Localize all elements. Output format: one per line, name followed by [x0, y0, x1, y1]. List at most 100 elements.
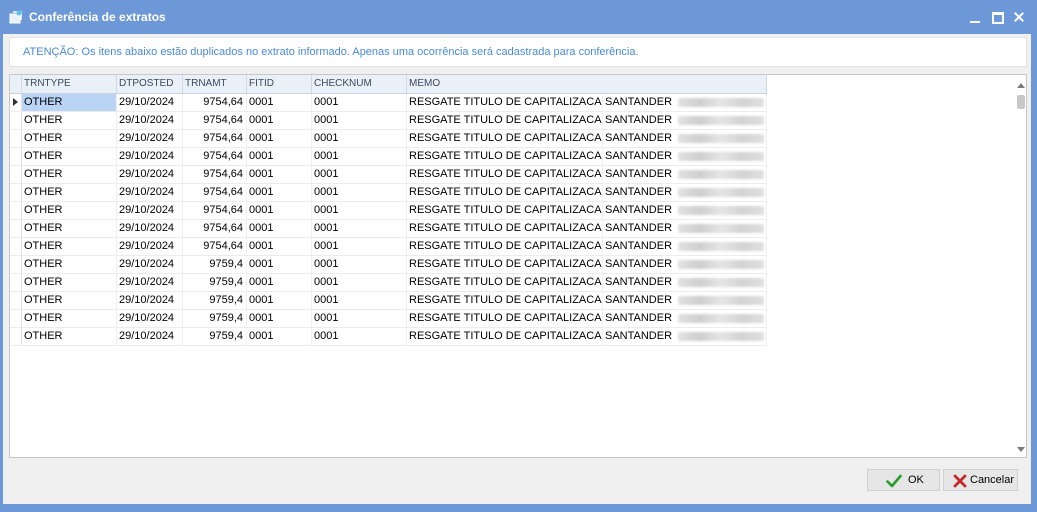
row-indicator[interactable] — [10, 292, 22, 309]
cell-dtposted[interactable]: 29/10/2024 — [117, 166, 183, 183]
cell-checknum[interactable]: 0001 — [312, 256, 407, 273]
cell-trntype[interactable]: OTHER — [22, 256, 117, 273]
cell-dtposted[interactable]: 29/10/2024 — [117, 292, 183, 309]
cell-bank[interactable]: SANTANDER — [603, 94, 767, 111]
cell-memo[interactable]: RESGATE TITULO DE CAPITALIZACAO — [407, 148, 603, 165]
cell-checknum[interactable]: 0001 — [312, 184, 407, 201]
cell-bank[interactable]: SANTANDER — [603, 328, 767, 345]
cell-trnamt[interactable]: 9754,64 — [183, 166, 247, 183]
cell-memo[interactable]: RESGATE TITULO DE CAPITALIZACAO — [407, 184, 603, 201]
cell-fitid[interactable]: 0001 — [247, 256, 312, 273]
cell-trntype[interactable]: OTHER — [22, 238, 117, 255]
cell-trntype[interactable]: OTHER — [22, 94, 117, 111]
row-indicator[interactable] — [10, 184, 22, 201]
cell-trntype[interactable]: OTHER — [22, 148, 117, 165]
column-header-checknum[interactable]: CHECKNUM — [312, 75, 407, 93]
cell-bank[interactable]: SANTANDER — [603, 130, 767, 147]
cell-trnamt[interactable]: 9754,64 — [183, 112, 247, 129]
table-row[interactable]: OTHER 29/10/2024 9759,4 0001 0001 RESGATE TIT… — [10, 292, 767, 310]
table-row[interactable]: OTHER 29/10/2024 9754,64 0001 0001 RESGATE TI… — [10, 94, 767, 112]
cell-bank[interactable]: SANTANDER — [603, 238, 767, 255]
cell-fitid[interactable]: 0001 — [247, 328, 312, 345]
table-row[interactable]: OTHER 29/10/2024 9759,4 0001 0001 RESGATE TIT… — [10, 310, 767, 328]
cell-fitid[interactable]: 0001 — [247, 220, 312, 237]
cell-checknum[interactable]: 0001 — [312, 328, 407, 345]
row-indicator[interactable] — [10, 310, 22, 327]
scroll-down-icon[interactable] — [1017, 447, 1025, 452]
cell-checknum[interactable]: 0001 — [312, 130, 407, 147]
row-indicator[interactable] — [10, 202, 22, 219]
cell-bank[interactable]: SANTANDER — [603, 274, 767, 291]
cell-trntype[interactable]: OTHER — [22, 184, 117, 201]
cell-bank[interactable]: SANTANDER — [603, 148, 767, 165]
cell-dtposted[interactable]: 29/10/2024 — [117, 130, 183, 147]
cell-trntype[interactable]: OTHER — [22, 310, 117, 327]
table-row[interactable]: OTHER 29/10/2024 9759,4 0001 0001 RESGATE TIT… — [10, 274, 767, 292]
scroll-up-icon[interactable] — [1017, 83, 1025, 88]
row-indicator[interactable] — [10, 256, 22, 273]
column-header-fitid[interactable]: FITID — [247, 75, 312, 93]
cell-memo[interactable]: RESGATE TITULO DE CAPITALIZACAO — [407, 256, 603, 273]
cell-dtposted[interactable]: 29/10/2024 — [117, 328, 183, 345]
cell-trnamt[interactable]: 9754,64 — [183, 148, 247, 165]
cell-trntype[interactable]: OTHER — [22, 328, 117, 345]
cell-fitid[interactable]: 0001 — [247, 166, 312, 183]
column-header-dtposted[interactable]: DTPOSTED — [117, 75, 183, 93]
cell-dtposted[interactable]: 29/10/2024 — [117, 310, 183, 327]
cell-memo[interactable]: RESGATE TITULO DE CAPITALIZACAO — [407, 328, 603, 345]
cell-fitid[interactable]: 0001 — [247, 274, 312, 291]
cell-memo[interactable]: RESGATE TITULO DE CAPITALIZACAO — [407, 94, 603, 111]
cell-bank[interactable]: SANTANDER — [603, 292, 767, 309]
cell-memo[interactable]: RESGATE TITULO DE CAPITALIZACAO — [407, 292, 603, 309]
table-row[interactable]: OTHER 29/10/2024 9754,64 0001 0001 RESGATE TI… — [10, 166, 767, 184]
cell-checknum[interactable]: 0001 — [312, 94, 407, 111]
cell-checknum[interactable]: 0001 — [312, 166, 407, 183]
cell-bank[interactable]: SANTANDER — [603, 256, 767, 273]
table-row[interactable]: OTHER 29/10/2024 9754,64 0001 0001 RESGATE TI… — [10, 148, 767, 166]
cell-trnamt[interactable]: 9754,64 — [183, 220, 247, 237]
cell-checknum[interactable]: 0001 — [312, 310, 407, 327]
cell-trnamt[interactable]: 9759,4 — [183, 310, 247, 327]
cell-memo[interactable]: RESGATE TITULO DE CAPITALIZACAO — [407, 310, 603, 327]
cell-memo[interactable]: RESGATE TITULO DE CAPITALIZACAO — [407, 274, 603, 291]
table-row[interactable]: OTHER 29/10/2024 9754,64 0001 0001 RESGATE TI… — [10, 202, 767, 220]
cell-fitid[interactable]: 0001 — [247, 112, 312, 129]
cell-trntype[interactable]: OTHER — [22, 274, 117, 291]
cell-trntype[interactable]: OTHER — [22, 130, 117, 147]
cell-fitid[interactable]: 0001 — [247, 202, 312, 219]
cell-bank[interactable]: SANTANDER — [603, 184, 767, 201]
cell-checknum[interactable]: 0001 — [312, 274, 407, 291]
row-indicator[interactable] — [10, 328, 22, 345]
row-indicator[interactable] — [10, 166, 22, 183]
cell-memo[interactable]: RESGATE TITULO DE CAPITALIZACAO — [407, 220, 603, 237]
cell-dtposted[interactable]: 29/10/2024 — [117, 220, 183, 237]
cell-trnamt[interactable]: 9759,4 — [183, 256, 247, 273]
cell-checknum[interactable]: 0001 — [312, 148, 407, 165]
table-row[interactable]: OTHER 29/10/2024 9754,64 0001 0001 RESGATE TI… — [10, 220, 767, 238]
cell-bank[interactable]: SANTANDER — [603, 112, 767, 129]
column-header-trnamt[interactable]: TRNAMT — [183, 75, 247, 93]
cell-checknum[interactable]: 0001 — [312, 292, 407, 309]
current-row-indicator-icon[interactable] — [10, 94, 22, 111]
cell-memo[interactable]: RESGATE TITULO DE CAPITALIZACAO — [407, 166, 603, 183]
row-indicator[interactable] — [10, 274, 22, 291]
cell-fitid[interactable]: 0001 — [247, 130, 312, 147]
cell-bank[interactable]: SANTANDER — [603, 310, 767, 327]
row-indicator[interactable] — [10, 130, 22, 147]
cell-trnamt[interactable]: 9754,64 — [183, 94, 247, 111]
ok-button[interactable]: OK — [867, 469, 940, 491]
cell-dtposted[interactable]: 29/10/2024 — [117, 94, 183, 111]
cell-dtposted[interactable]: 29/10/2024 — [117, 238, 183, 255]
duplicates-grid[interactable]: TRNTYPE DTPOSTED TRNAMT FITID CHECKNUM M… — [9, 74, 1027, 458]
cell-trntype[interactable]: OTHER — [22, 202, 117, 219]
cell-trnamt[interactable]: 9754,64 — [183, 202, 247, 219]
column-header-memo[interactable]: MEMO — [407, 75, 767, 93]
cell-bank[interactable]: SANTANDER — [603, 166, 767, 183]
cell-memo[interactable]: RESGATE TITULO DE CAPITALIZACAO — [407, 238, 603, 255]
minimize-icon[interactable] — [967, 9, 983, 25]
cell-checknum[interactable]: 0001 — [312, 220, 407, 237]
cell-memo[interactable]: RESGATE TITULO DE CAPITALIZACAO — [407, 202, 603, 219]
cell-fitid[interactable]: 0001 — [247, 184, 312, 201]
row-indicator[interactable] — [10, 220, 22, 237]
cell-checknum[interactable]: 0001 — [312, 238, 407, 255]
